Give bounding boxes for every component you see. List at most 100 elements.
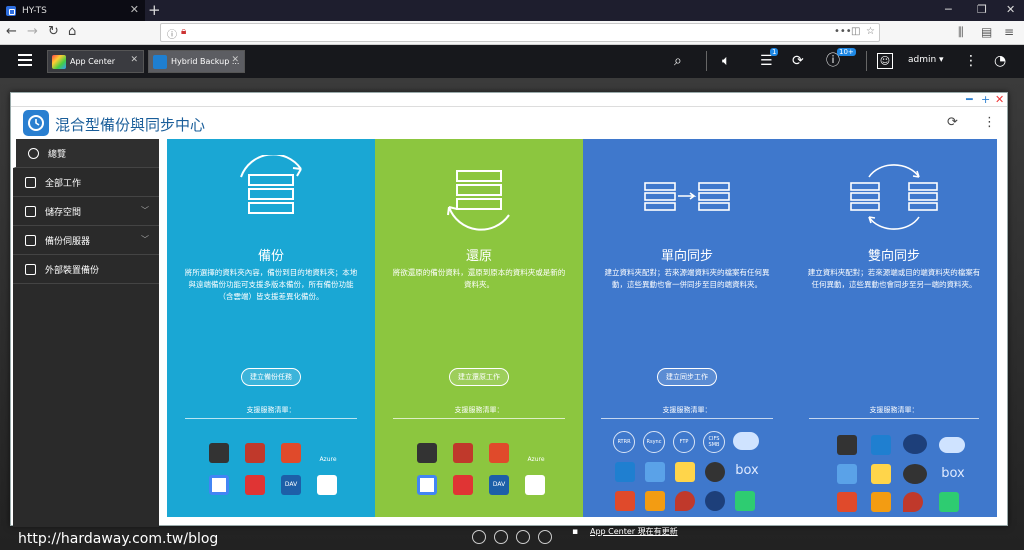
external-device-icon[interactable]: ⟳ — [792, 53, 804, 69]
supported-services-label: 支援服務清單： — [454, 406, 504, 414]
sidebar-item-all-jobs[interactable]: 全部工作 — [13, 168, 159, 197]
sidebar-toggle-icon[interactable]: ▤ — [981, 25, 992, 39]
ftp-protocol-icon: FTP — [673, 431, 695, 453]
taskbar-close-icon[interactable]: ✕ — [231, 55, 239, 65]
gauge-icon — [28, 147, 39, 159]
aws-s3-icon — [615, 491, 635, 511]
sidebar-item-label: 外部裝置備份 — [45, 265, 100, 276]
window-titlebar[interactable]: ━ + ✕ — [11, 93, 1007, 107]
volume-icon[interactable]: 🔈︎ — [722, 53, 730, 69]
dav-label: DAV — [492, 481, 506, 488]
hicloud-icon — [525, 475, 545, 495]
webdav-icon: DAV — [489, 475, 509, 495]
divider — [185, 418, 357, 419]
insecure-lock-icon[interactable]: 🔒︎ — [181, 26, 186, 37]
dock-item-icon[interactable] — [472, 530, 486, 544]
user-menu[interactable]: admin ▾ — [908, 55, 944, 65]
yandex-disk-icon — [645, 491, 665, 511]
browser-tab[interactable]: HY-TS ✕ — [0, 0, 145, 21]
window-restore-button[interactable]: ❐ — [977, 3, 987, 16]
taskbar-app-center[interactable]: App Center ✕ — [47, 50, 144, 73]
create-restore-job-button[interactable]: 建立還原工作 — [449, 368, 509, 386]
hubic-icon — [903, 464, 927, 484]
sharefile-icon — [939, 492, 959, 512]
app-header: 混合型備份與同步中心 ⟳ ⋮ — [11, 107, 1007, 139]
openstack-swift-icon — [675, 491, 695, 511]
user-avatar-icon[interactable]: ☺ — [877, 53, 893, 69]
chevron-down-icon[interactable]: ﹀ — [141, 234, 149, 245]
divider — [601, 418, 773, 419]
back-icon[interactable]: ← — [6, 25, 17, 39]
taskbar-close-icon[interactable]: ✕ — [130, 55, 138, 65]
sidebar-item-storage-spaces[interactable]: 儲存空間 ﹀ — [13, 197, 159, 226]
panel-title: 單向同步 — [660, 249, 713, 264]
window-minimize-button[interactable]: ━ — [966, 93, 973, 106]
notification-badge: 10+ — [837, 48, 856, 56]
sidebar-item-external-backup[interactable]: 外部裝置備份 — [13, 255, 159, 284]
panel-title: 還原 — [465, 249, 492, 264]
sharefile-icon — [735, 491, 755, 511]
window-maximize-button[interactable]: + — [981, 93, 990, 106]
usb-drive-icon — [25, 263, 36, 275]
nas-service-icon — [417, 443, 437, 463]
browser-tab-bar: HY-TS ✕ + ─ ❐ ✕ — [0, 0, 1024, 21]
more-options-icon[interactable]: ⋮ — [964, 53, 978, 69]
home-icon[interactable]: ⌂ — [68, 25, 76, 39]
pocket-icon[interactable]: ◫ — [851, 26, 860, 37]
reload-icon[interactable]: ↻ — [48, 25, 59, 39]
rsync-service-icon — [245, 443, 265, 463]
one-way-sync-panel: 單向同步 建立資料夾配對；若來源端資料夾的檔案有任何異動，這些異動也會一併同步至… — [583, 139, 791, 517]
backup-server-arrow-icon — [167, 155, 375, 235]
info-icon[interactable]: ⓘ — [167, 26, 177, 41]
library-icon[interactable]: ⫼ — [958, 25, 964, 40]
dock-item-icon[interactable] — [494, 530, 508, 544]
aws-s3-icon — [281, 443, 301, 463]
qts-topbar: App Center ✕ Hybrid Backup ... ✕ ⌕ 🔈︎ ☰ … — [0, 45, 1024, 78]
supported-services-label: 支援服務清單： — [869, 406, 919, 414]
new-tab-button[interactable]: + — [148, 1, 161, 19]
dropbox-icon — [837, 464, 857, 484]
sidebar-item-label: 儲存空間 — [45, 207, 82, 218]
storage-icon — [25, 205, 36, 217]
chevron-down-icon[interactable]: ﹀ — [141, 205, 149, 216]
taskbar-label: Hybrid Backup ... — [171, 57, 240, 66]
window-minimize-button[interactable]: ─ — [945, 3, 952, 16]
create-sync-job-button[interactable]: 建立同步工作 — [657, 368, 717, 386]
panel-title: 備份 — [257, 249, 284, 264]
bookmark-star-icon[interactable]: ☆ — [866, 26, 875, 37]
hicloud-icon — [317, 475, 337, 495]
taskbar-hybrid-backup[interactable]: Hybrid Backup ... ✕ — [148, 50, 245, 73]
panel-description: 建立資料夾配對；若來源端或目的端資料夾的檔案有任何異動，這些異動也會同步至另一端… — [807, 268, 981, 289]
taskbar-label: App Center — [70, 57, 116, 66]
window-close-button[interactable]: ✕ — [995, 93, 1004, 106]
app-center-update-notification[interactable]: App Center 現在有更新 — [590, 526, 678, 537]
qnap-favicon-icon — [6, 5, 16, 16]
sidebar-item-backup-server[interactable]: 備份伺服器 ﹀ — [13, 226, 159, 255]
openstack-icon — [245, 475, 265, 495]
dav-label: DAV — [284, 481, 298, 488]
azure-label: Azure — [319, 456, 337, 463]
browser-tab-title: HY-TS — [22, 5, 47, 16]
main-menu-icon[interactable] — [18, 54, 32, 66]
nas-service-icon — [209, 443, 229, 463]
create-backup-job-button[interactable]: 建立備份任務 — [241, 368, 301, 386]
url-bar[interactable]: ⓘ 🔒︎ ••• ◫ ☆ — [160, 23, 880, 42]
more-options-icon[interactable]: ⋮ — [983, 115, 996, 130]
window-close-button[interactable]: ✕ — [1006, 3, 1015, 16]
restore-panel: 還原 將欲還原的備份資料，還原到原本的資料夾或是新的資料夾。 建立還原工作 支援… — [375, 139, 583, 517]
dock-item-icon[interactable] — [516, 530, 530, 544]
menu-icon[interactable]: ≡ — [1004, 25, 1014, 39]
dock-item-icon[interactable] — [538, 530, 552, 544]
dashboard-gauge-icon[interactable]: ◔ — [994, 53, 1006, 69]
page-actions-icon[interactable]: ••• — [834, 26, 852, 37]
hybrid-backup-icon — [153, 54, 167, 69]
tab-close-icon[interactable]: ✕ — [130, 3, 139, 16]
hybrid-backup-logo-icon — [23, 110, 49, 136]
refresh-icon[interactable]: ⟳ — [947, 115, 958, 130]
hybrid-backup-window: ━ + ✕ 混合型備份與同步中心 ⟳ ⋮ 總覽 全部工作 儲存空間 ﹀ 備份伺服… — [10, 92, 1008, 527]
app-title: 混合型備份與同步中心 — [55, 116, 206, 134]
sidebar-item-overview[interactable]: 總覽 — [13, 139, 159, 168]
forward-icon[interactable]: → — [27, 25, 38, 39]
rtrr-protocol-icon: RTRR — [613, 431, 635, 453]
search-icon[interactable]: ⌕ — [674, 53, 682, 69]
